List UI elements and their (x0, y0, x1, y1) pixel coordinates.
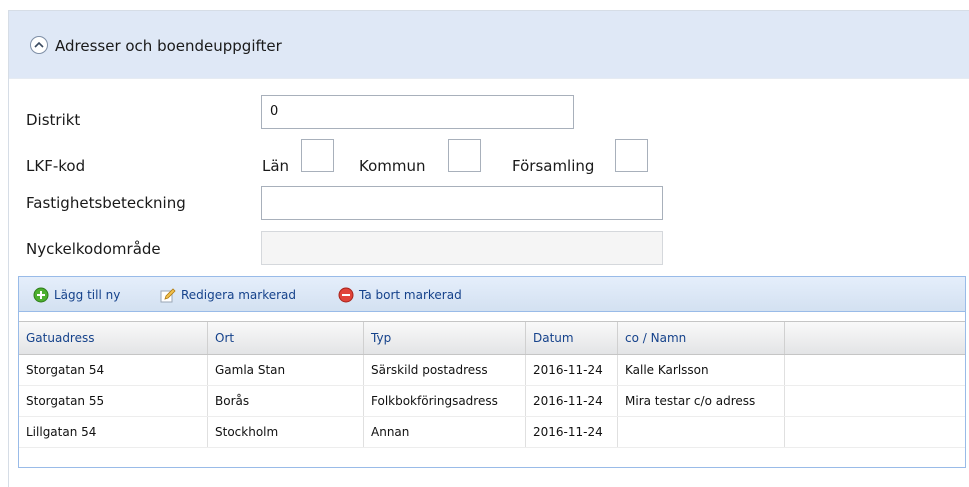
panel-title: Adresser och boendeuppgifter (55, 37, 282, 55)
kommun-input[interactable] (448, 139, 481, 172)
column-header-datum[interactable]: Datum (526, 322, 618, 354)
delete-button[interactable]: Ta bort markerad (338, 286, 462, 304)
table-row[interactable]: Storgatan 54 Gamla Stan Särskild postadr… (19, 355, 965, 386)
cell-typ: Folkbokföringsadress (364, 386, 526, 416)
edit-label: Redigera markerad (181, 288, 297, 302)
collapse-chevron-up-icon[interactable] (30, 36, 48, 54)
nyckel-input (261, 231, 663, 265)
column-header-ort[interactable]: Ort (208, 322, 364, 354)
lan-label: Län (262, 157, 290, 175)
table-row[interactable]: Lillgatan 54 Stockholm Annan 2016-11-24 (19, 417, 965, 448)
column-header-empty (785, 322, 965, 354)
fastighet-input[interactable] (261, 186, 663, 220)
forsamling-input[interactable] (615, 139, 648, 172)
address-panel: Adresser och boendeuppgifter Distrikt 0 … (8, 10, 969, 487)
cell-datum: 2016-11-24 (526, 355, 618, 385)
column-header-gatuadress[interactable]: Gatuadress (19, 322, 208, 354)
cell-empty (785, 386, 965, 416)
cell-ort: Gamla Stan (208, 355, 364, 385)
lkf-label: LKF-kod (26, 157, 86, 175)
delete-label: Ta bort markerad (359, 288, 462, 302)
panel-header: Adresser och boendeuppgifter (9, 11, 969, 79)
cell-gatuadress: Storgatan 54 (19, 355, 208, 385)
address-grid: Lägg till ny Redigera markerad Ta bort m… (18, 276, 966, 468)
kommun-label: Kommun (359, 157, 426, 175)
distrikt-label: Distrikt (26, 111, 81, 129)
cell-datum: 2016-11-24 (526, 417, 618, 447)
cell-gatuadress: Storgatan 55 (19, 386, 208, 416)
remove-circle-icon (338, 287, 354, 303)
cell-typ: Särskild postadress (364, 355, 526, 385)
add-label: Lägg till ny (54, 288, 121, 302)
forsamling-label: Församling (512, 157, 595, 175)
cell-gatuadress: Lillgatan 54 (19, 417, 208, 447)
column-header-co-namn[interactable]: co / Namn (618, 322, 785, 354)
cell-typ: Annan (364, 417, 526, 447)
pencil-edit-icon (160, 287, 176, 303)
column-header-typ[interactable]: Typ (364, 322, 526, 354)
cell-empty (785, 355, 965, 385)
table-header: Gatuadress Ort Typ Datum co / Namn (19, 321, 965, 355)
add-circle-icon (33, 287, 49, 303)
table-row[interactable]: Storgatan 55 Borås Folkbokföringsadress … (19, 386, 965, 417)
nyckel-label: Nyckelkodområde (26, 240, 161, 258)
cell-co-namn (618, 417, 785, 447)
cell-ort: Stockholm (208, 417, 364, 447)
cell-empty (785, 417, 965, 447)
cell-ort: Borås (208, 386, 364, 416)
distrikt-input[interactable]: 0 (261, 95, 574, 129)
add-button[interactable]: Lägg till ny (33, 286, 120, 304)
edit-button[interactable]: Redigera markerad (160, 286, 296, 304)
grid-toolbar: Lägg till ny Redigera markerad Ta bort m… (19, 277, 965, 312)
cell-co-namn: Kalle Karlsson (618, 355, 785, 385)
lan-input[interactable] (301, 139, 334, 172)
cell-co-namn: Mira testar c/o adress (618, 386, 785, 416)
cell-datum: 2016-11-24 (526, 386, 618, 416)
fastighet-label: Fastighetsbeteckning (26, 194, 186, 212)
